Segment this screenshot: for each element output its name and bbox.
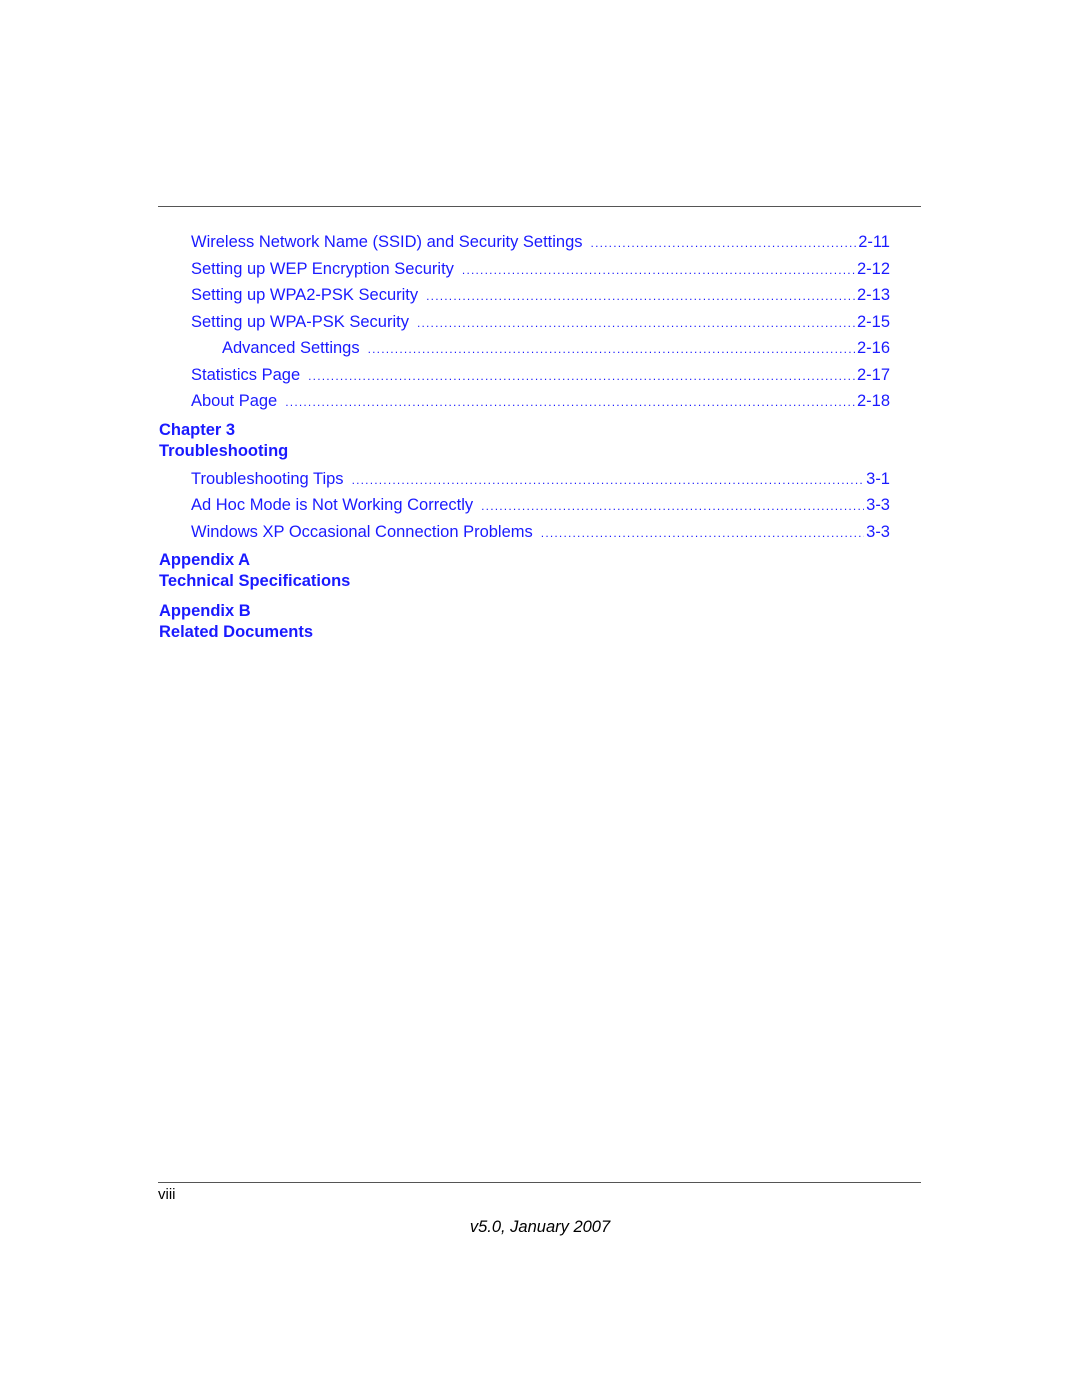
appendix-a-heading[interactable]: Appendix A Technical Specifications [159, 550, 350, 592]
appendix-label: Appendix B [159, 602, 251, 620]
chapter-title: Troubleshooting [159, 442, 289, 460]
toc-entry-page: 2-12 [856, 260, 890, 278]
appendix-title: Related Documents [159, 623, 314, 641]
toc-entry-statistics-page[interactable]: Statistics Page 2-17 [191, 366, 890, 388]
appendix-b-heading[interactable]: Appendix B Related Documents [159, 601, 313, 643]
toc-entry-title: Setting up WPA-PSK Security [191, 313, 409, 331]
chapter-label: Chapter 3 [159, 421, 236, 439]
appendix-label: Appendix A [159, 551, 251, 569]
toc-entry-page: 3-1 [866, 470, 890, 488]
dot-leader [308, 369, 855, 383]
toc-entry-title: Setting up WPA2-PSK Security [191, 286, 419, 304]
toc-entry-wpa-psk-security[interactable]: Setting up WPA-PSK Security 2-15 [191, 313, 890, 335]
toc-entry-title: About Page [191, 392, 278, 410]
dot-leader [541, 526, 864, 540]
toc-entry-page: 3-3 [866, 496, 890, 514]
toc-entry-title: Troubleshooting Tips [191, 470, 344, 488]
toc-entry-title: Wireless Network Name (SSID) and Securit… [191, 233, 583, 251]
toc-entry-wpa2-psk-security[interactable]: Setting up WPA2-PSK Security 2-13 [191, 286, 890, 308]
dot-leader [352, 473, 865, 487]
toc-entry-page: 2-17 [856, 366, 890, 384]
toc-entry-about-page[interactable]: About Page 2-18 [191, 392, 890, 414]
toc-entry-page: 2-13 [856, 286, 890, 304]
toc-entry-title: Advanced Settings [222, 339, 360, 357]
chapter-3-heading[interactable]: Chapter 3 Troubleshooting [159, 420, 288, 462]
dot-leader [417, 316, 855, 330]
toc-entry-wireless-network-name[interactable]: Wireless Network Name (SSID) and Securit… [191, 233, 890, 255]
toc-entry-title: Statistics Page [191, 366, 301, 384]
toc-entry-troubleshooting-tips[interactable]: Troubleshooting Tips 3-1 [191, 470, 890, 492]
dot-leader [285, 395, 855, 409]
dot-leader [481, 499, 864, 513]
dot-leader [462, 263, 855, 277]
document-version: v5.0, January 2007 [469, 1218, 611, 1236]
toc-entry-windows-xp-problems[interactable]: Windows XP Occasional Connection Problem… [191, 523, 890, 545]
dot-leader [368, 342, 855, 356]
header-rule [158, 206, 921, 207]
dot-leader [591, 236, 857, 250]
toc-entry-ad-hoc-mode[interactable]: Ad Hoc Mode is Not Working Correctly 3-3 [191, 496, 890, 518]
footer-rule [158, 1182, 921, 1183]
toc-entry-wep-security[interactable]: Setting up WEP Encryption Security 2-12 [191, 260, 890, 282]
toc-entry-page: 2-16 [856, 339, 890, 357]
dot-leader [426, 289, 855, 303]
toc-entry-title: Setting up WEP Encryption Security [191, 260, 454, 278]
toc-entry-title: Ad Hoc Mode is Not Working Correctly [191, 496, 474, 514]
page-number: viii [158, 1186, 176, 1203]
toc-entry-title: Windows XP Occasional Connection Problem… [191, 523, 533, 541]
toc-entry-advanced-settings[interactable]: Advanced Settings 2-16 [222, 339, 890, 361]
toc-entry-page: 2-15 [856, 313, 890, 331]
toc-entry-page: 3-3 [866, 523, 890, 541]
toc-entry-page: 2-18 [856, 392, 890, 410]
appendix-title: Technical Specifications [159, 572, 351, 590]
toc-entry-page: 2-11 [858, 233, 890, 251]
